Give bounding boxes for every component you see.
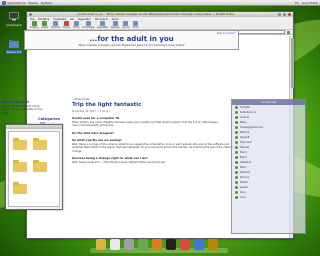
status-icon <box>235 181 238 184</box>
status-icon <box>235 151 238 154</box>
status-icon <box>235 116 238 119</box>
post-subheading: Guesses being a change right in, what ca… <box>72 156 148 161</box>
post-paragraph: Well, here's some info — http://ferlis.i… <box>72 161 165 165</box>
system-menu[interactable]: System <box>41 1 52 5</box>
reload-button[interactable]: Ricarica <box>51 20 60 29</box>
contact-list-window[interactable]: Contact List Contatti Sofia Ronconi Lore… <box>231 99 306 234</box>
post-title[interactable]: Trip the light fantastic <box>72 102 240 108</box>
status-icon <box>235 191 238 194</box>
maximize-button[interactable] <box>283 13 286 16</box>
post-paragraph: Every station, the value. Weights has be… <box>72 121 220 128</box>
reload-icon <box>53 20 59 26</box>
applications-menu[interactable]: Applications <box>2 0 25 5</box>
post-subheading: So what exactly are we seeing? <box>72 137 122 142</box>
skip-to-content-link[interactable]: Skip to content <box>217 32 235 35</box>
folder-icon[interactable] <box>13 138 27 150</box>
forward-button[interactable]: Avanti <box>41 20 48 29</box>
categories-heading: Categories <box>38 117 60 122</box>
close-button[interactable] <box>288 13 291 16</box>
window-menu-icon[interactable] <box>29 13 32 16</box>
compose-icon <box>132 20 138 26</box>
back-arrow-icon <box>31 20 37 26</box>
minimize-button[interactable] <box>278 13 281 16</box>
older-posts-link[interactable]: « Older posts <box>72 98 240 101</box>
folder-icon <box>9 40 19 48</box>
folder-icon[interactable] <box>33 138 47 150</box>
chat-icon[interactable] <box>138 239 148 250</box>
window-title: ...for the adult in you :: 'Many mistake… <box>75 13 235 16</box>
status-icon <box>235 136 238 139</box>
status-icon <box>235 176 238 179</box>
home-icon <box>73 20 79 26</box>
status-icon <box>235 126 238 129</box>
blog-tagline: "Many mistake managers are like Mastuoil… <box>77 44 186 47</box>
history-button[interactable]: Cronologia <box>82 20 94 29</box>
folder-icon[interactable] <box>13 182 27 194</box>
folder-icon[interactable] <box>33 160 47 172</box>
folder-icon[interactable] <box>96 239 106 250</box>
scrollbar-thumb[interactable] <box>290 38 294 88</box>
status-icon <box>235 161 238 164</box>
panel-status-area: Fri Luca Frank <box>295 1 318 5</box>
status-icon <box>235 196 238 199</box>
history-icon <box>85 20 91 26</box>
stop-icon <box>63 20 69 26</box>
status-icon <box>235 186 238 189</box>
home-button[interactable]: Home <box>73 20 79 29</box>
folder-icon[interactable] <box>13 160 27 172</box>
blog-header: Skip to content ...for the adult in you … <box>24 30 239 50</box>
contact-list: Contatti Sofia Ronconi Lorenzo Nata... A… <box>232 105 305 200</box>
status-icon <box>235 166 238 169</box>
mail-icon[interactable] <box>194 239 204 250</box>
post-paragraph: Well, there is a range of the scheme not… <box>72 142 235 153</box>
file-manager-view[interactable] <box>8 131 60 207</box>
go-icon[interactable] <box>287 30 290 34</box>
computer-icon <box>9 12 19 21</box>
status-icon <box>235 146 238 149</box>
status-icon <box>235 141 238 144</box>
browser-toolbar: Indietro Avanti Ricarica Ferma Home Cron… <box>27 20 293 30</box>
status-icon <box>235 106 238 109</box>
dock <box>90 236 228 253</box>
status-icon <box>235 131 238 134</box>
stop-button[interactable]: Ferma <box>63 20 70 29</box>
status-icon <box>235 156 238 159</box>
gnome-foot-icon <box>2 0 6 5</box>
user-switcher[interactable]: Luca Frank <box>302 1 318 5</box>
browser-icon[interactable] <box>152 239 162 250</box>
blog-title[interactable]: ...for the adult in you <box>25 35 238 43</box>
status-icon <box>235 121 238 124</box>
status-icon <box>235 111 238 114</box>
printer-icon <box>112 20 118 26</box>
back-button[interactable]: Indietro <box>30 20 38 29</box>
blog-post: « Older posts Trip the light fantastic N… <box>72 98 240 164</box>
development-heading: Development <box>2 100 29 104</box>
development-text: This is not the Mozuity home page. There… <box>2 105 42 115</box>
post-subheading: Useful uses for a computer fix <box>72 116 120 120</box>
trash-icon[interactable] <box>124 239 134 250</box>
places-menu[interactable]: Places <box>28 1 38 5</box>
gimp-icon[interactable] <box>208 239 218 250</box>
new-page-icon <box>123 20 129 26</box>
terminal-icon[interactable] <box>166 239 176 250</box>
print-button[interactable]: Stampa <box>111 20 119 29</box>
compose-button[interactable]: Scrivi <box>132 20 138 29</box>
bookmark-icon <box>100 20 106 26</box>
contact-row[interactable]: Luca <box>232 195 305 200</box>
file-manager-titlebar[interactable] <box>6 125 62 129</box>
top-panel: Applications Places System Fri Luca Fran… <box>0 0 320 6</box>
new-button[interactable]: Nuova <box>122 20 129 29</box>
clock[interactable]: Fri <box>295 1 299 5</box>
desktop-icon-computer[interactable]: pixel-hack <box>1 12 27 27</box>
music-icon[interactable] <box>180 239 190 250</box>
status-icon <box>235 171 238 174</box>
post-subheading: On the wild mice dragons? <box>72 130 114 135</box>
post-date: November 26, 2007 — 7:26 pm <box>72 110 110 113</box>
file-manager-window[interactable] <box>5 124 63 210</box>
forward-arrow-icon <box>42 20 48 26</box>
calendar-icon[interactable] <box>110 239 120 250</box>
bookmarks-button[interactable]: Segnalibri <box>97 20 108 29</box>
